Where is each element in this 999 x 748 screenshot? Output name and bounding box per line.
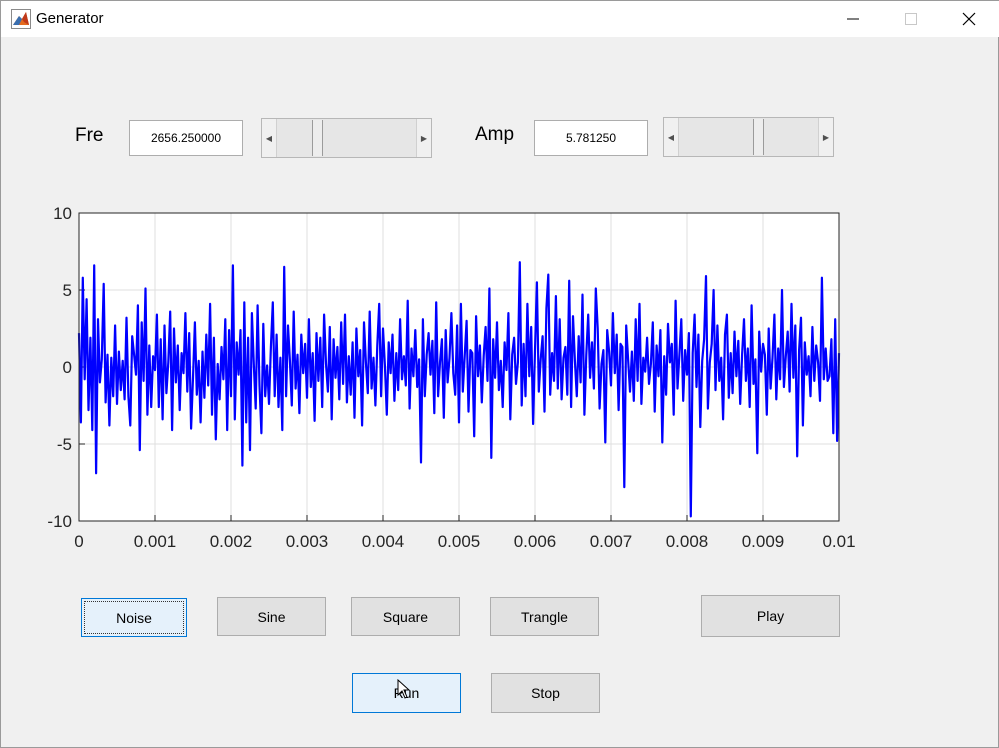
matlab-icon — [11, 9, 31, 29]
fre-slider-left-arrow[interactable]: ◀ — [262, 119, 277, 157]
close-button[interactable] — [940, 1, 998, 37]
play-button[interactable]: Play — [701, 595, 840, 637]
mouse-pointer-icon — [397, 679, 411, 699]
fre-slider-right-arrow[interactable]: ▶ — [416, 119, 431, 157]
sine-button[interactable]: Sine — [217, 597, 326, 636]
amp-slider-thumb[interactable] — [753, 119, 765, 155]
generator-window: Generator Fre 2656.250000 ◀ ▶ Amp 5.7812… — [0, 0, 999, 748]
amp-slider-track[interactable] — [679, 118, 818, 156]
x-tick-label: 0.006 — [514, 532, 557, 551]
x-tick-label: 0.01 — [822, 532, 855, 551]
close-icon — [962, 12, 976, 26]
noise-button[interactable]: Noise — [81, 598, 187, 637]
y-tick-label: 0 — [63, 358, 72, 377]
y-tick-label: -10 — [47, 512, 72, 531]
x-tick-label: 0 — [74, 532, 83, 551]
amp-value-field[interactable]: 5.781250 — [534, 120, 648, 156]
y-tick-label: 5 — [63, 281, 72, 300]
signal-plot[interactable]: 0 0.001 0.002 0.003 0.004 0.005 0.006 0.007 0.00… — [1, 201, 881, 561]
fre-slider[interactable]: ◀ ▶ — [261, 118, 432, 158]
x-tick-label: 0.004 — [362, 532, 405, 551]
amp-slider-right-arrow[interactable]: ▶ — [818, 118, 833, 156]
maximize-button[interactable] — [882, 1, 940, 37]
x-tick-label: 0.001 — [134, 532, 177, 551]
x-tick-label: 0.009 — [742, 532, 785, 551]
stop-button[interactable]: Stop — [491, 673, 600, 713]
amp-label: Amp — [475, 124, 515, 145]
fre-slider-thumb[interactable] — [311, 120, 323, 156]
maximize-icon — [905, 13, 917, 25]
fre-slider-track[interactable] — [277, 119, 416, 157]
window-title: Generator — [36, 10, 104, 27]
x-tick-label: 0.002 — [210, 532, 253, 551]
minimize-icon — [847, 18, 859, 20]
x-tick-label: 0.008 — [666, 532, 709, 551]
y-tick-label: -5 — [57, 435, 72, 454]
x-tick-label: 0.007 — [590, 532, 633, 551]
fre-label: Fre — [75, 125, 104, 146]
amp-slider-left-arrow[interactable]: ◀ — [664, 118, 679, 156]
x-tick-label: 0.003 — [286, 532, 329, 551]
trangle-button[interactable]: Trangle — [490, 597, 599, 636]
y-tick-label: 10 — [53, 204, 72, 223]
minimize-button[interactable] — [824, 1, 882, 37]
amp-slider[interactable]: ◀ ▶ — [663, 117, 834, 157]
fre-value-field[interactable]: 2656.250000 — [129, 120, 243, 156]
square-button[interactable]: Square — [351, 597, 460, 636]
title-bar[interactable]: Generator — [1, 1, 999, 37]
x-tick-label: 0.005 — [438, 532, 481, 551]
